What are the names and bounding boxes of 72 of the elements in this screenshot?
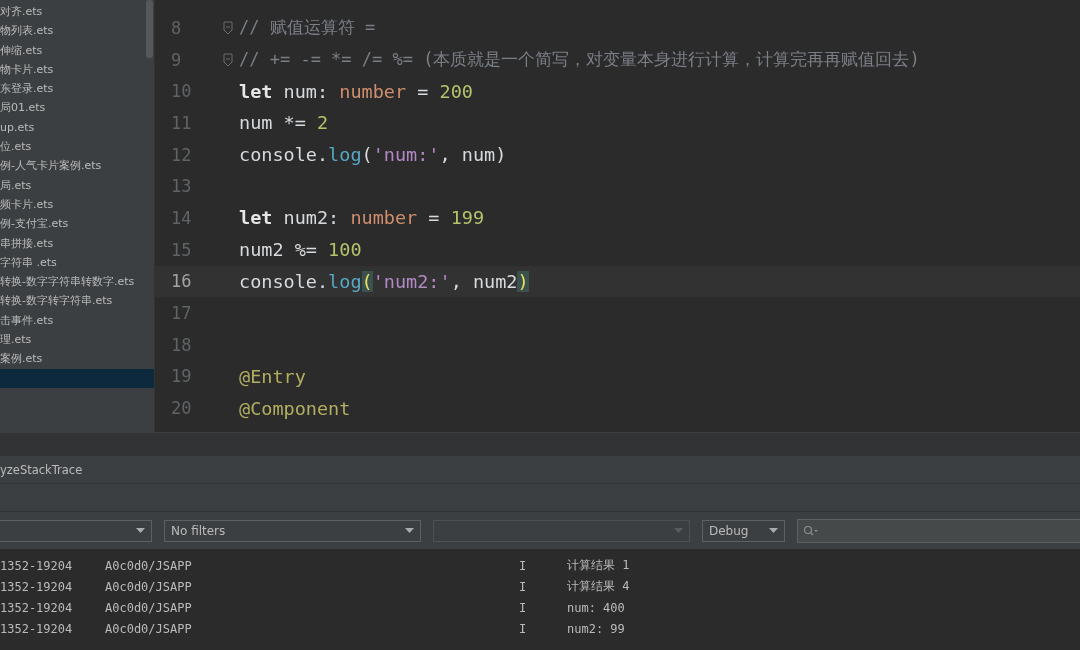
line-number: 15 [170, 239, 193, 260]
caret-icon [769, 528, 778, 533]
log-cell-text: I [519, 600, 528, 615]
log-message: 计算结果 1 [567, 557, 630, 574]
log-cell-text: A0c0d0/JSAPP [105, 621, 193, 636]
log-cell-text: A0c0d0/JSAPP [105, 600, 193, 615]
file-item[interactable]: 东登录.ets [0, 79, 154, 99]
log-cell-text: 1352-19204 [0, 621, 74, 636]
log-cell-text: I [519, 558, 528, 573]
file-item[interactable]: 位.ets [0, 137, 154, 157]
file-item[interactable]: 物列表.ets [0, 21, 154, 41]
file-item[interactable]: 字符串 .ets [0, 252, 154, 273]
line-number: 13 [170, 176, 193, 197]
log-cell-text: 1352-19204 [0, 579, 74, 594]
file-item[interactable]: 转换-数字转字符串.ets [0, 291, 154, 311]
search-icon [803, 524, 819, 537]
line-number: 10 [170, 81, 193, 102]
code-line: let num2: number = 199 [239, 207, 485, 229]
file-item[interactable]: 串拼接.ets [0, 233, 154, 253]
file-item[interactable]: 局01.ets [0, 98, 154, 118]
code-line: console.log('num:', num) [239, 144, 507, 166]
filter-dropdown[interactable]: No filters [164, 519, 421, 542]
code-line: @Entry [239, 365, 306, 387]
fold-icon[interactable] [223, 20, 233, 35]
file-item[interactable]: 理.ets [0, 330, 154, 350]
file-item[interactable]: 案例.ets [0, 349, 154, 369]
file-item[interactable]: 转换-数字字符串转数字.ets [0, 272, 154, 292]
fold-icon[interactable] [223, 52, 233, 67]
code-line: num2 %= 100 [239, 239, 362, 261]
file-item[interactable]: 例-支付宝.ets [0, 214, 154, 234]
file-item[interactable]: 对齐.ets [0, 2, 154, 22]
line-number: 12 [170, 144, 193, 165]
log-cell-text: 1352-19204 [0, 600, 74, 615]
log-message: num: 400 [567, 600, 625, 615]
caret-icon [136, 528, 145, 533]
file-item[interactable] [0, 368, 154, 388]
code-line: // 赋值运算符 = [239, 16, 376, 40]
file-item[interactable]: 物卡片.ets [0, 59, 154, 80]
line-number: 18 [170, 334, 193, 355]
caret-icon [405, 528, 414, 533]
line-number: 9 [170, 49, 183, 70]
file-item[interactable]: 局.ets [0, 175, 154, 195]
code-line: num *= 2 [239, 112, 329, 134]
file-item[interactable]: up.ets [0, 117, 154, 138]
panel-tab[interactable]: yzeStackTrace [0, 462, 83, 477]
filter-dropdown[interactable]: Debug [702, 519, 785, 542]
file-item[interactable]: 频卡片.ets [0, 194, 154, 215]
line-number: 16 [170, 271, 193, 292]
log-cell-text: A0c0d0/JSAPP [105, 579, 193, 594]
code-line: console.log('num2:', num2) [239, 270, 529, 292]
search-field[interactable] [797, 518, 1080, 543]
line-number: 17 [170, 303, 193, 324]
line-number: 19 [170, 366, 193, 387]
log-message: num2: 99 [567, 621, 625, 636]
code-line: @Component [239, 397, 351, 419]
code-line: let num: number = 200 [239, 80, 473, 102]
line-number: 11 [170, 112, 193, 133]
line-number: 20 [170, 398, 193, 419]
log-message: 计算结果 4 [567, 578, 630, 595]
log-cell-text: I [519, 579, 528, 594]
file-item[interactable]: 击事件.ets [0, 310, 154, 331]
code-line: // += -= *= /= %= (本质就是一个简写，对变量本身进行计算，计算完再再赋值回去) [239, 48, 920, 72]
filter-dropdown[interactable] [0, 519, 152, 542]
file-item[interactable]: 伸缩.ets [0, 40, 154, 60]
file-item[interactable]: 例-人气卡片案例.ets [0, 156, 154, 176]
line-number: 8 [170, 17, 183, 38]
log-cell-text: A0c0d0/JSAPP [105, 558, 193, 573]
scrollbar-thumb[interactable] [146, 0, 153, 58]
line-number: 14 [170, 207, 193, 228]
caret-icon [674, 528, 683, 533]
log-cell-text: 1352-19204 [0, 558, 74, 573]
log-cell-text: I [519, 621, 528, 636]
